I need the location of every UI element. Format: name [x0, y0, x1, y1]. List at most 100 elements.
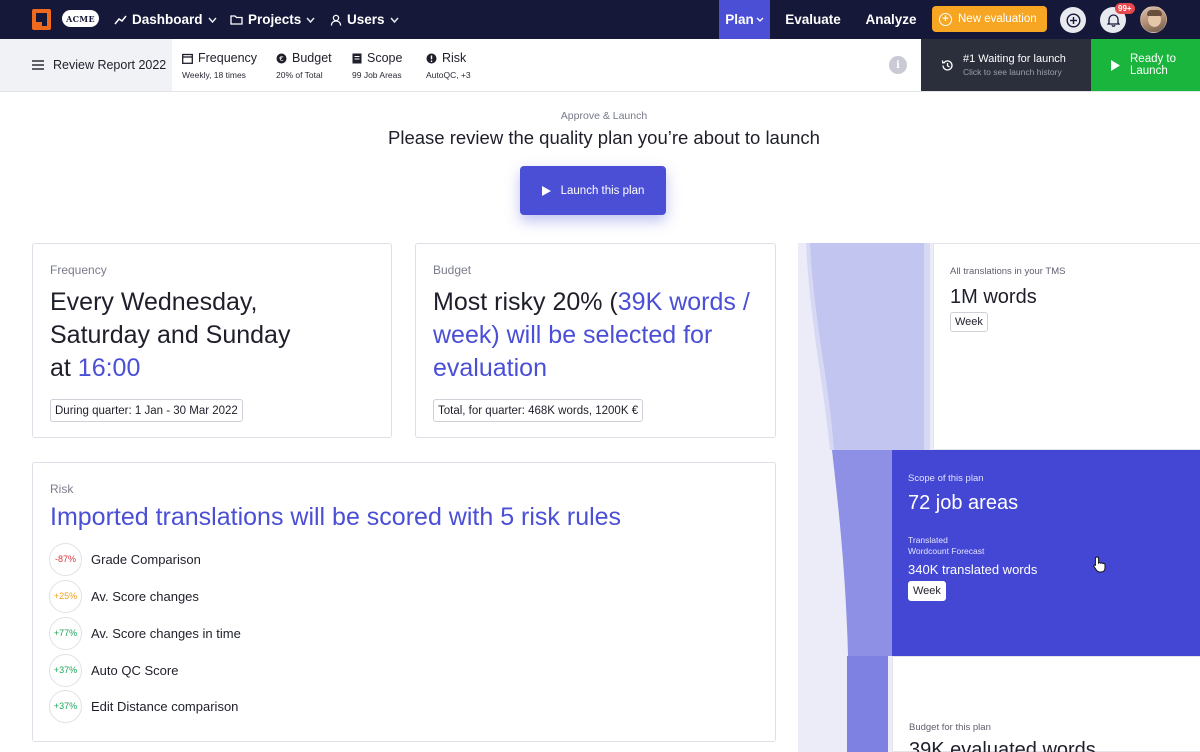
nav-projects[interactable]: Projects: [230, 0, 315, 39]
scope-forecast-label-1: Translated: [908, 535, 948, 545]
funnel-scope[interactable]: Scope of this plan 72 job areas Translat…: [892, 450, 1200, 656]
plus-circle-icon: [1065, 12, 1081, 28]
risk-card-label: Risk: [50, 482, 74, 496]
risk-rule[interactable]: -87% Grade Comparison: [49, 541, 201, 577]
page-eyebrow: Approve & Launch: [560, 110, 648, 122]
scope-forecast-value: 340K translated words: [908, 562, 1038, 577]
frequency-card-label: Frequency: [50, 263, 107, 277]
risk-rule[interactable]: +25% Av. Score changes: [49, 578, 199, 614]
frequency-period-pill: During quarter: 1 Jan - 30 Mar 2022: [50, 399, 243, 422]
budget-plan-label: Budget for this plan: [909, 722, 991, 733]
funnel-budget[interactable]: Budget for this plan 39K evaluated words: [892, 656, 1200, 752]
budget-card-text: Most risky 20% (39K words / week) will b…: [433, 286, 763, 385]
chevron-down-icon: [306, 17, 315, 23]
coin-icon: €: [276, 53, 287, 63]
all-translations-period-chip[interactable]: Week: [950, 312, 988, 332]
notifications-badge: 99+: [1115, 3, 1135, 14]
scope-forecast-label-2: Wordcount Forecast: [908, 546, 985, 556]
ready-to-launch-button[interactable]: Ready to Launch: [1091, 39, 1200, 91]
new-evaluation-button[interactable]: + New evaluation: [932, 6, 1047, 32]
risk-rule[interactable]: +37% Edit Distance comparison: [49, 688, 238, 724]
play-icon: [1111, 59, 1120, 71]
calendar-icon: [182, 53, 193, 64]
risk-rule-change: +37%: [49, 653, 82, 687]
risk-rule-name: Av. Score changes in time: [91, 625, 241, 641]
app-logo-icon[interactable]: [32, 9, 51, 30]
tab-evaluate[interactable]: Evaluate: [785, 0, 841, 39]
risk-rule-name: Grade Comparison: [91, 551, 201, 567]
risk-rule-change: +37%: [49, 689, 82, 723]
summary-frequency[interactable]: Frequency Weekly, 18 times: [182, 51, 257, 80]
risk-rule[interactable]: +37% Auto QC Score: [49, 652, 178, 688]
add-button[interactable]: [1060, 7, 1086, 33]
scope-label: Scope of this plan: [908, 473, 984, 484]
funnel-shape-bottom: [847, 656, 888, 752]
summary-scope-title: Scope: [367, 51, 403, 65]
svg-text:€: €: [279, 55, 283, 63]
summary-scope-value: 99 Job Areas: [352, 70, 402, 80]
waiting-subtitle: Click to see launch history: [963, 67, 1062, 77]
funnel-shape-middle: [832, 450, 892, 656]
risk-rule-change: -87%: [49, 542, 82, 576]
ready-line-2: Launch: [1130, 65, 1168, 77]
scope-period-chip[interactable]: Week: [908, 581, 946, 601]
hamburger-menu-icon: [32, 60, 44, 70]
budget-card[interactable]: Budget Most risky 20% (39K words / week)…: [415, 243, 776, 438]
pointer-cursor-icon: [1093, 556, 1106, 573]
info-icon[interactable]: i: [889, 56, 907, 74]
summary-budget[interactable]: € Budget 20% of Total: [276, 51, 332, 80]
chevron-down-icon: [389, 17, 399, 23]
tab-plan-label: Plan: [725, 12, 754, 27]
nav-users-label: Users: [347, 12, 385, 27]
nav-dashboard[interactable]: Dashboard: [114, 0, 217, 39]
risk-rule-name: Auto QC Score: [91, 662, 179, 678]
frequency-line-2: Saturday and Sunday: [50, 321, 291, 349]
alert-icon: [426, 53, 437, 63]
summary-risk-title: Risk: [442, 51, 467, 65]
nav-users[interactable]: Users: [330, 0, 399, 39]
trend-icon: [114, 15, 127, 24]
report-title: Review Report 2022: [53, 58, 167, 72]
risk-headline: Imported translations will be scored wit…: [50, 503, 622, 531]
bell-icon: [1106, 14, 1120, 27]
chevron-down-icon: [207, 17, 217, 23]
waiting-title: #1 Waiting for launch: [963, 53, 1066, 65]
tab-analyze[interactable]: Analyze: [865, 0, 916, 39]
frequency-time: 16:00: [77, 354, 141, 382]
brand-badge[interactable]: ACME: [62, 10, 99, 27]
funnel-all-translations[interactable]: All translations in your TMS 1M words We…: [933, 243, 1200, 450]
summary-risk[interactable]: Risk AutoQC, +3: [426, 51, 471, 80]
report-menu[interactable]: Review Report 2022: [0, 39, 172, 91]
budget-prefix: Most risky 20% (: [433, 288, 618, 316]
chevron-down-icon: [756, 17, 764, 22]
launch-history-button[interactable]: #1 Waiting for launch Click to see launc…: [921, 39, 1091, 91]
risk-rule-name: Av. Score changes: [91, 588, 199, 604]
document-icon: [352, 53, 362, 63]
nav-dashboard-label: Dashboard: [132, 12, 203, 27]
frequency-card[interactable]: Frequency Every Wednesday, Saturday and …: [32, 243, 392, 438]
new-evaluation-label: New evaluation: [958, 13, 1037, 25]
risk-card[interactable]: Risk Imported translations will be score…: [32, 462, 776, 742]
risk-rule[interactable]: +77% Av. Score changes in time: [49, 615, 241, 651]
budget-plan-value: 39K evaluated words: [909, 739, 1096, 752]
user-icon: [330, 14, 342, 26]
frequency-card-text: Every Wednesday, Saturday and Sunday at …: [50, 286, 290, 385]
play-icon: [541, 185, 551, 196]
frequency-line-1: Every Wednesday,: [50, 288, 258, 316]
risk-rule-change: +25%: [49, 579, 82, 613]
summary-risk-value: AutoQC, +3: [426, 70, 471, 80]
frequency-line-3: at 16:00: [50, 352, 290, 385]
top-navigation-bar: ACME Dashboard Projects Users Plan Evalu…: [0, 0, 1200, 39]
budget-total-pill: Total, for quarter: 468K words, 1200K €: [433, 399, 644, 422]
budget-card-label: Budget: [433, 263, 472, 277]
summary-frequency-title: Frequency: [198, 51, 258, 65]
launch-plan-button[interactable]: Launch this plan: [520, 166, 666, 215]
folder-icon: [230, 15, 243, 25]
all-translations-label: All translations in your TMS: [950, 266, 1066, 277]
summary-budget-value: 20% of Total: [276, 70, 323, 80]
tab-plan[interactable]: Plan: [719, 0, 770, 39]
summary-budget-title: Budget: [292, 51, 332, 65]
user-avatar[interactable]: [1140, 6, 1167, 33]
plus-circle-icon: +: [939, 12, 952, 26]
summary-scope[interactable]: Scope 99 Job Areas: [352, 51, 402, 80]
